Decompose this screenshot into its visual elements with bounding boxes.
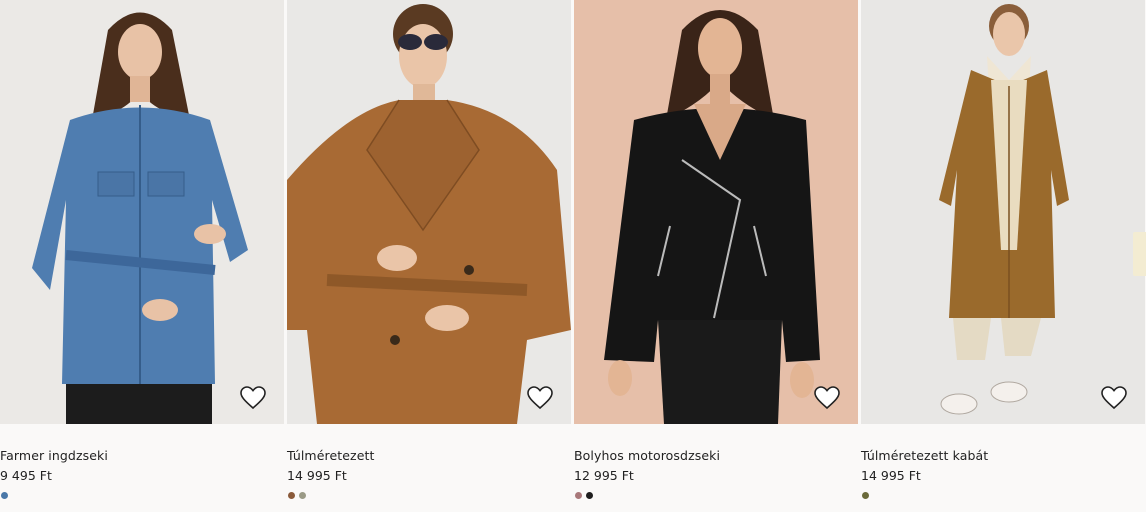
product-card-farmer-ingdzseki[interactable]: Farmer ingdzseki 9 495 Ft (0, 0, 284, 512)
product-price: 12 995 Ft (574, 468, 634, 483)
product-image[interactable] (287, 0, 571, 424)
product-grid: Farmer ingdzseki 9 495 Ft Túlméretezett … (0, 0, 1146, 512)
product-price: 14 995 Ft (861, 468, 921, 483)
product-name[interactable]: Túlméretezett (287, 448, 375, 463)
color-swatches (288, 492, 306, 499)
heart-outline-icon[interactable] (527, 386, 553, 410)
color-swatch-khaki[interactable] (299, 492, 306, 499)
product-image[interactable] (574, 0, 858, 424)
product-card-tulmeretezett-kabat[interactable]: Túlméretezett kabát 14 995 Ft (861, 0, 1145, 512)
color-swatch-olive[interactable] (862, 492, 869, 499)
product-name[interactable]: Túlméretezett kabát (861, 448, 988, 463)
color-swatch-mauve[interactable] (575, 492, 582, 499)
product-price: 14 995 Ft (287, 468, 347, 483)
product-name[interactable]: Bolyhos motorosdzseki (574, 448, 720, 463)
color-swatch-brown[interactable] (288, 492, 295, 499)
heart-outline-icon[interactable] (1101, 386, 1127, 410)
color-swatch-black[interactable] (586, 492, 593, 499)
product-price: 9 495 Ft (0, 468, 52, 483)
product-card-tulmeretezett[interactable]: Túlméretezett 14 995 Ft (287, 0, 571, 512)
color-swatches (575, 492, 593, 499)
color-swatches (1, 492, 8, 499)
color-swatch-blue[interactable] (1, 492, 8, 499)
product-image[interactable] (0, 0, 284, 424)
color-swatches (862, 492, 869, 499)
heart-outline-icon[interactable] (240, 386, 266, 410)
product-card-bolyhos-motorosdzseki[interactable]: Bolyhos motorosdzseki 12 995 Ft (574, 0, 858, 512)
product-image[interactable] (861, 0, 1145, 424)
heart-outline-icon[interactable] (814, 386, 840, 410)
side-tab[interactable] (1133, 232, 1146, 276)
product-name[interactable]: Farmer ingdzseki (0, 448, 108, 463)
